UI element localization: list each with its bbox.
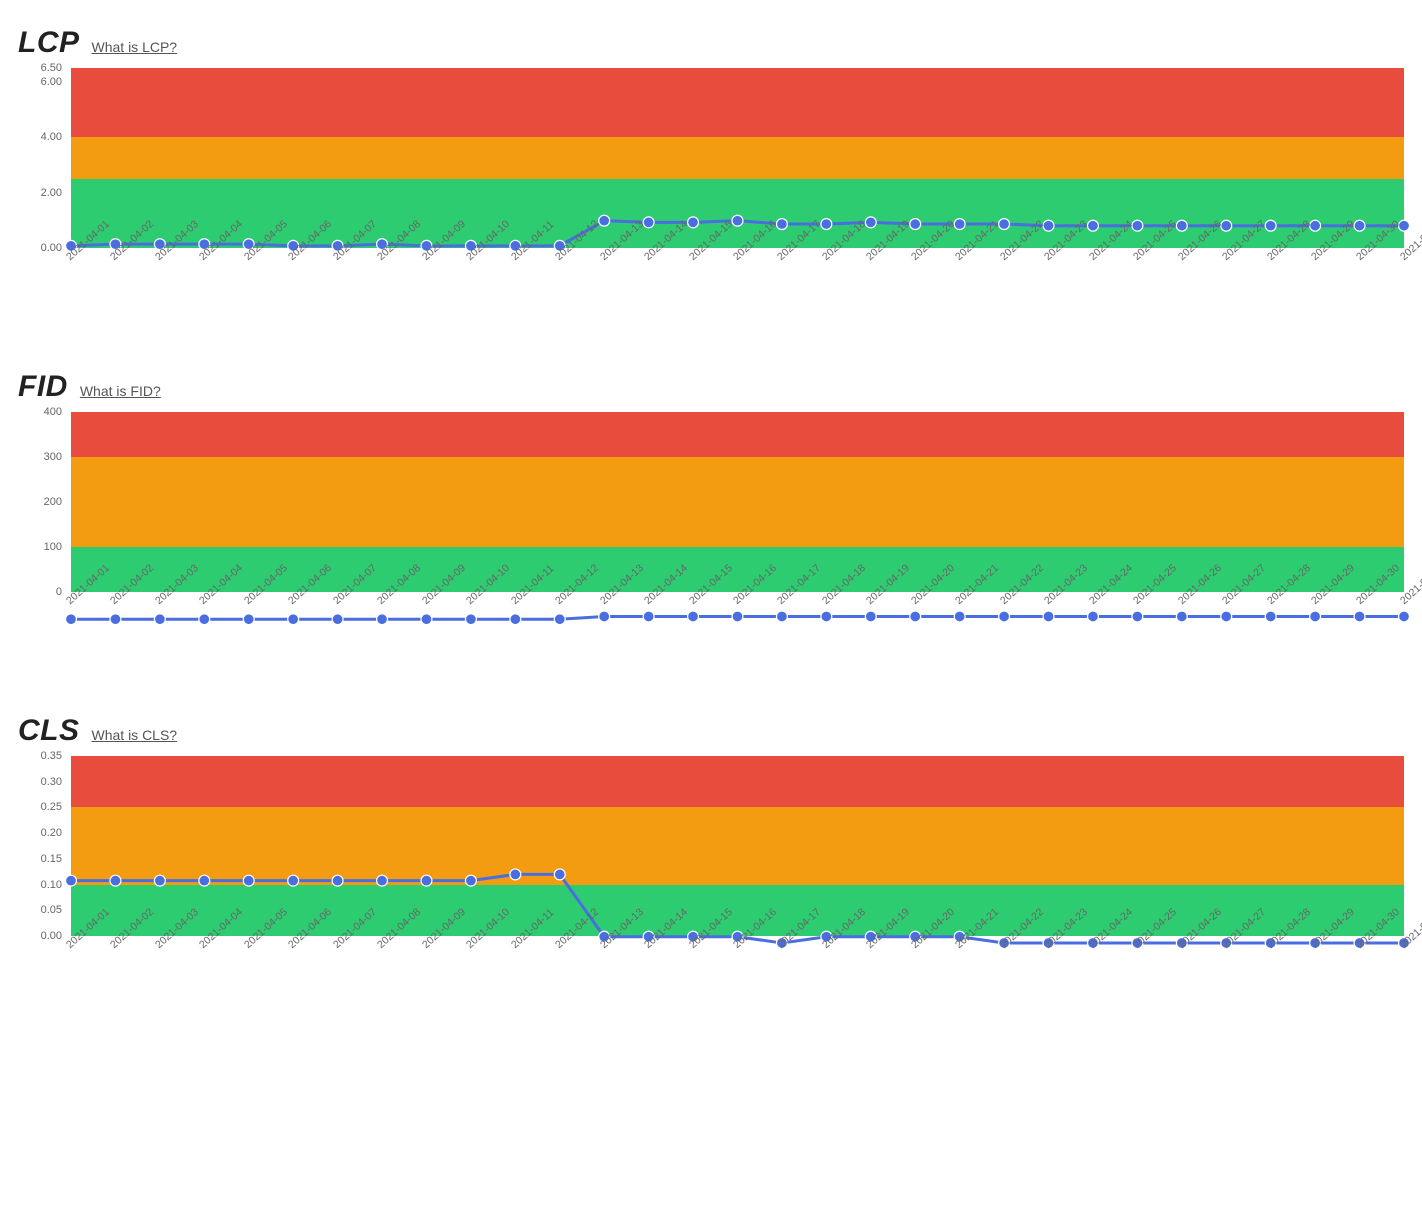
data-point[interactable] [421,875,432,886]
data-point[interactable] [776,219,787,230]
y-axis: 0.002.004.006.006.50 [18,68,66,248]
plot-area [70,68,1404,248]
data-point[interactable] [66,875,77,886]
data-point[interactable] [510,869,521,880]
data-point[interactable] [554,869,565,880]
panel-cls: CLS What is CLS? 0.00 0.05 0.10 0.15 0.20 0.2… [18,716,1404,996]
data-point[interactable] [110,875,121,886]
panel-fid: FID What is FID? 0 100 200 300 400 2021-04-0… [18,372,1404,652]
y-tick: 0.35 [41,750,62,762]
y-tick: 0.00 [41,930,62,942]
y-tick: 0.05 [41,904,62,916]
what-is-lcp-link[interactable]: What is LCP? [92,39,178,55]
data-point[interactable] [154,875,165,886]
y-tick: 100 [44,541,62,553]
x-axis: 2021-04-012021-04-022021-04-032021-04-04… [70,598,1404,652]
plot-area [70,756,1404,936]
what-is-cls-link[interactable]: What is CLS? [92,727,178,743]
panel-lcp: LCP What is LCP? 0.00 2.00 4.00 6.00 6.50 20… [18,28,1404,308]
fid-chart: 0100200300400 2021-04-012021-04-022021-0… [18,412,1404,652]
y-tick: 0 [56,586,62,598]
x-axis: 2021-04-012021-04-022021-04-032021-04-04… [70,254,1404,308]
y-tick: 0.10 [41,879,62,891]
what-is-fid-link[interactable]: What is FID? [80,383,161,399]
panel-title: CLS [18,716,80,746]
panel-header: CLS What is CLS? [18,716,1404,746]
y-tick: 200 [44,496,62,508]
data-point[interactable] [999,219,1010,230]
y-tick: 6.00 [41,76,62,88]
data-point[interactable] [821,219,832,230]
y-tick: 0.25 [41,801,62,813]
x-axis: 2021-04-012021-04-022021-04-032021-04-04… [70,942,1404,996]
y-tick: 2.00 [41,187,62,199]
data-point[interactable] [332,875,343,886]
y-axis: 0100200300400 [18,412,66,592]
y-tick: 0.00 [41,242,62,254]
plot-area [70,412,1404,592]
y-tick: 0.20 [41,827,62,839]
cls-chart: 0.000.050.100.150.200.250.300.35 2021-04… [18,756,1404,996]
data-point[interactable] [465,875,476,886]
data-point[interactable] [599,215,610,226]
panel-header: FID What is FID? [18,372,1404,402]
web-vitals-dashboard: LCP What is LCP? 0.00 2.00 4.00 6.00 6.50 20… [0,0,1422,1120]
data-point[interactable] [243,875,254,886]
panel-title: FID [18,372,68,402]
data-point[interactable] [288,875,299,886]
panel-title: LCP [18,28,80,58]
data-point[interactable] [377,875,388,886]
y-tick: 300 [44,451,62,463]
lcp-chart: 0.002.004.006.006.50 2021-04-012021-04-0… [18,68,1404,308]
panel-header: LCP What is LCP? [18,28,1404,58]
y-tick: 4.00 [41,131,62,143]
y-tick: 400 [44,406,62,418]
y-axis: 0.000.050.100.150.200.250.300.35 [18,756,66,936]
y-tick: 6.50 [41,62,62,74]
data-point[interactable] [910,219,921,230]
data-point[interactable] [199,875,210,886]
y-tick: 0.15 [41,853,62,865]
y-tick: 0.30 [41,776,62,788]
